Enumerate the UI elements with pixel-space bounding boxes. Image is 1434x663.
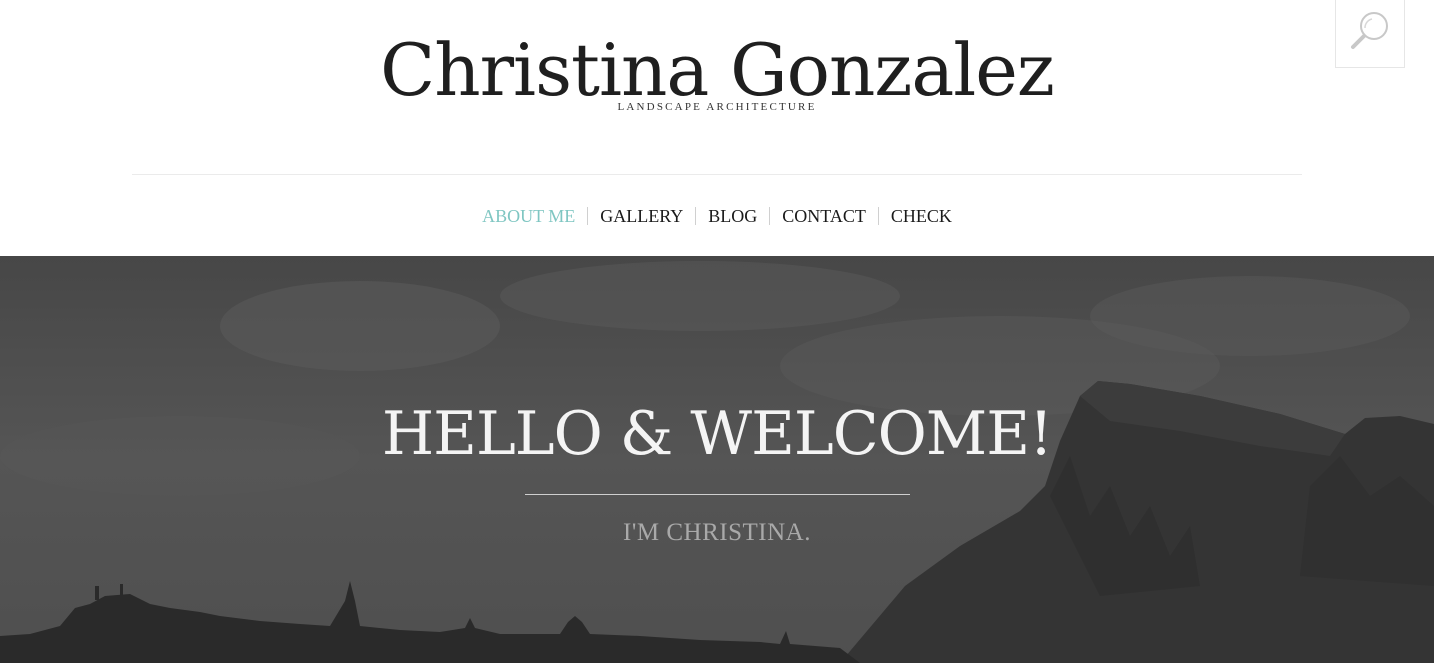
hero-banner: HELLO & WELCOME! I'M CHRISTINA. (0, 256, 1434, 663)
nav-item-gallery[interactable]: GALLERY (588, 203, 695, 229)
nav-item-contact[interactable]: CONTACT (770, 203, 878, 229)
site-title[interactable]: Christina Gonzalez (0, 28, 1434, 112)
site-header: Christina Gonzalez LANDSCAPE ARCHITECTUR… (0, 0, 1434, 256)
hero-divider (525, 494, 910, 495)
page: Christina Gonzalez LANDSCAPE ARCHITECTUR… (0, 0, 1434, 663)
main-nav: ABOUT ME GALLERY BLOG CONTACT CHECK (0, 203, 1434, 229)
nav-item-check[interactable]: CHECK (879, 203, 964, 229)
nav-item-blog[interactable]: BLOG (696, 203, 769, 229)
nav-item-about-me[interactable]: ABOUT ME (470, 203, 587, 229)
hero-title: HELLO & WELCOME! (381, 399, 1053, 469)
hero-subtitle: I'M CHRISTINA. (623, 519, 811, 546)
header-divider (132, 174, 1302, 175)
site-tagline: LANDSCAPE ARCHITECTURE (617, 101, 817, 113)
